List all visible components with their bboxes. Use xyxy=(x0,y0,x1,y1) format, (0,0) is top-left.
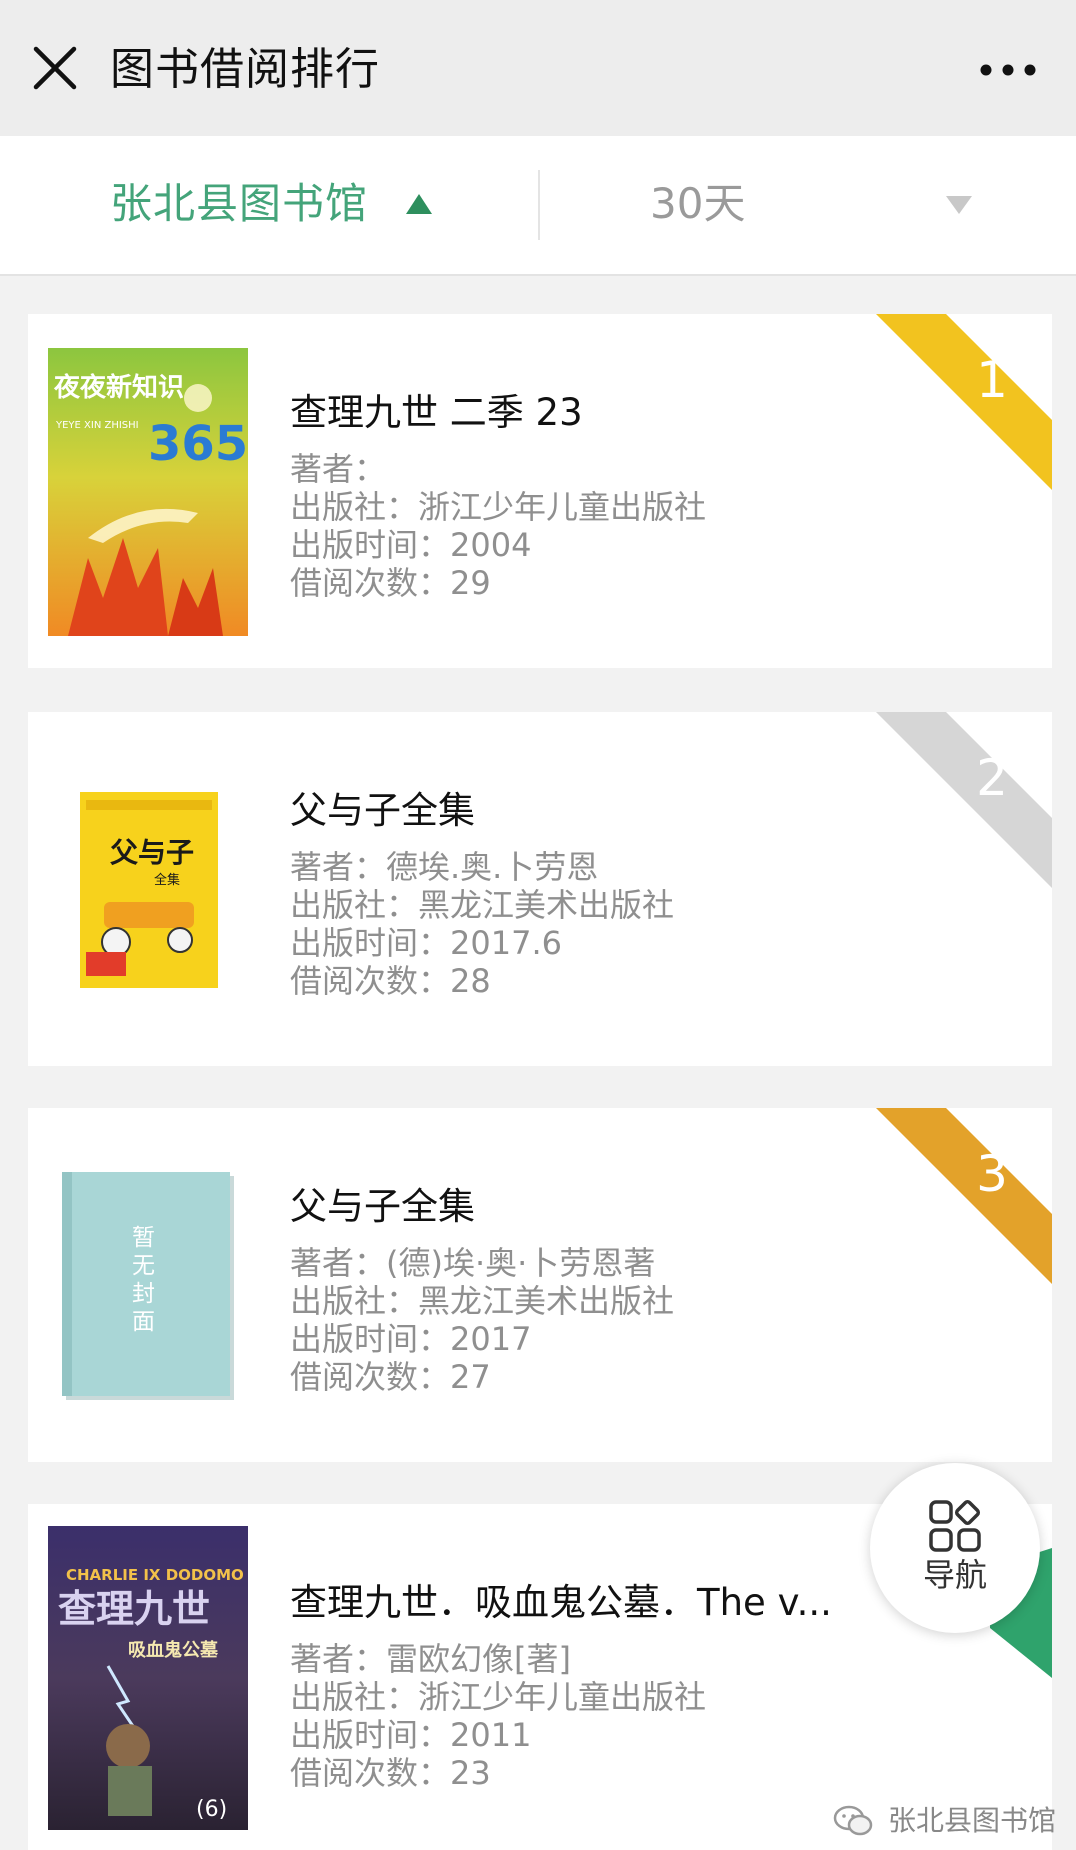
close-icon xyxy=(33,46,77,90)
book-loan-count: 借阅次数：29 xyxy=(290,564,491,602)
library-filter-label: 张北县图书馆 xyxy=(110,179,369,228)
rank-number: 2 xyxy=(976,749,1008,807)
svg-text:(6): (6) xyxy=(196,1797,227,1822)
more-dots-icon xyxy=(980,64,1036,76)
svg-text:夜夜新知识: 夜夜新知识 xyxy=(53,372,184,403)
book-loan-count: 借阅次数：27 xyxy=(290,1358,491,1396)
svg-text:查理九世: 查理九世 xyxy=(58,1587,210,1631)
page-title: 图书借阅排行 xyxy=(110,44,380,95)
period-filter-label: 30天 xyxy=(650,179,746,228)
book-publisher: 出版社：浙江少年儿童出版社 xyxy=(290,488,707,526)
rank-number: 3 xyxy=(976,1145,1008,1203)
wechat-icon xyxy=(833,1805,873,1836)
svg-text:YEYE XIN ZHISHI: YEYE XIN ZHISHI xyxy=(55,420,139,431)
book-cover-placeholder: 暂无封面 xyxy=(62,1172,234,1400)
book-title: 查理九世．吸血鬼公墓．The v... xyxy=(290,1581,832,1624)
caret-down-icon xyxy=(946,196,972,214)
close-button[interactable] xyxy=(30,43,80,93)
book-publish-year: 出版时间：2017.6 xyxy=(290,924,562,962)
book-loan-count: 借阅次数：23 xyxy=(290,1754,491,1792)
book-cover-2: 父与子 全集 xyxy=(80,792,218,988)
book-author: 著者：雷欧幻像[著] xyxy=(290,1640,571,1678)
filter-bar: 张北县图书馆 30天 xyxy=(0,136,1076,276)
period-filter-dropdown[interactable]: 30天 xyxy=(540,136,1076,274)
book-card-rank-2[interactable]: 父与子 全集 父与子全集 著者：德埃.奥.卜劳恩 出版社：黑龙江美术出版社 出版… xyxy=(28,712,1052,1066)
svg-text:全集: 全集 xyxy=(154,872,180,888)
grid-nav-icon xyxy=(929,1499,981,1552)
book-card-rank-3[interactable]: 暂无封面 父与子全集 著者：(德)埃·奥·卜劳恩著 出版社：黑龙江美术出版社 出… xyxy=(28,1108,1052,1462)
book-cover-1: 夜夜新知识 365 YEYE XIN ZHISHI xyxy=(48,348,248,636)
book-author: 著者：德埃.奥.卜劳恩 xyxy=(290,848,599,886)
book-publish-year: 出版时间：2017 xyxy=(290,1320,532,1358)
book-cover-4: CHARLIE IX DODOMO 查理九世 吸血鬼公墓 (6) xyxy=(48,1526,248,1830)
nav-floating-button[interactable]: 导航 xyxy=(870,1463,1040,1633)
svg-text:CHARLIE IX DODOMO: CHARLIE IX DODOMO xyxy=(66,1566,244,1584)
book-publish-year: 出版时间：2004 xyxy=(290,526,532,564)
book-title: 查理九世 二季 23 xyxy=(290,391,583,434)
rank-number: 1 xyxy=(976,351,1008,409)
book-publish-year: 出版时间：2011 xyxy=(290,1716,532,1754)
book-card-rank-1[interactable]: 夜夜新知识 365 YEYE XIN ZHISHI 查理九世 二季 23 著者：… xyxy=(28,314,1052,668)
book-author: 著者： xyxy=(290,450,387,488)
book-publisher: 出版社：浙江少年儿童出版社 xyxy=(290,1678,707,1716)
svg-text:365: 365 xyxy=(148,416,248,472)
book-title: 父与子全集 xyxy=(290,789,475,832)
more-options-button[interactable] xyxy=(976,52,1040,88)
cover-placeholder-text: 暂无封面 xyxy=(132,1225,155,1335)
svg-text:吸血鬼公墓: 吸血鬼公墓 xyxy=(128,1639,219,1661)
svg-text:父与子: 父与子 xyxy=(110,836,194,869)
book-publisher: 出版社：黑龙江美术出版社 xyxy=(290,1282,675,1320)
book-author: 著者：(德)埃·奥·卜劳恩著 xyxy=(290,1244,656,1282)
watermark-text: 张北县图书馆 xyxy=(887,1804,1056,1837)
nav-button-label: 导航 xyxy=(922,1556,987,1594)
title-bar: 图书借阅排行 xyxy=(0,0,1076,136)
book-title: 父与子全集 xyxy=(290,1185,475,1228)
watermark: 张北县图书馆 xyxy=(833,1800,1056,1840)
library-filter-dropdown[interactable]: 张北县图书馆 xyxy=(0,136,538,274)
book-loan-count: 借阅次数：28 xyxy=(290,962,491,1000)
book-publisher: 出版社：黑龙江美术出版社 xyxy=(290,886,675,924)
caret-up-icon xyxy=(406,194,432,214)
